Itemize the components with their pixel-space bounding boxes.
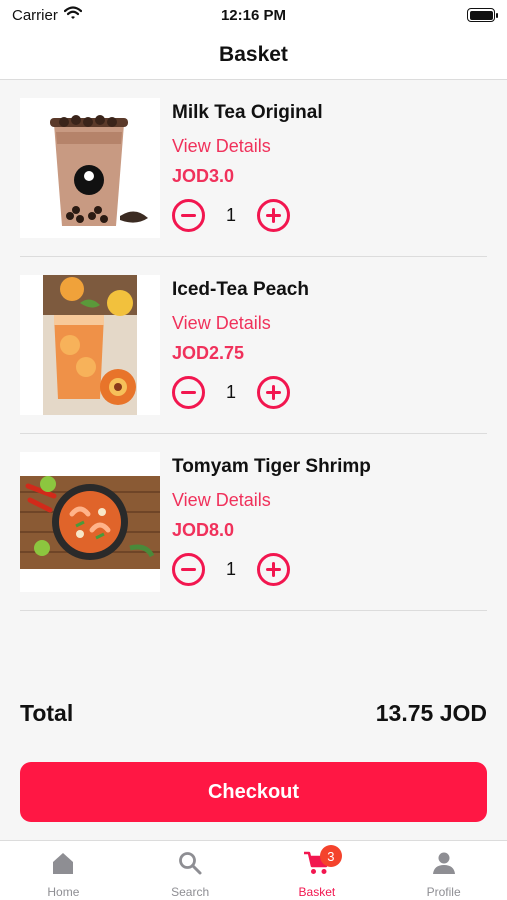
status-bar: Carrier 12:16 PM — [0, 0, 507, 30]
quantity-value: 1 — [225, 381, 236, 402]
quantity-value: 1 — [225, 558, 236, 579]
tab-bar: Home Search 3 Basket Profile — [0, 840, 507, 900]
view-details-link[interactable]: View Details — [172, 313, 271, 334]
decrease-quantity-button[interactable] — [172, 375, 205, 409]
carrier-label: Carrier — [12, 6, 58, 24]
search-icon — [175, 849, 205, 877]
status-left: Carrier — [12, 6, 82, 24]
basket-count-badge: 3 — [319, 845, 342, 867]
cart-icon: 3 — [302, 845, 342, 877]
checkout-button[interactable]: Checkout — [20, 762, 487, 822]
iced-tea-peach-image — [20, 275, 160, 415]
total-label: Total — [20, 700, 74, 726]
decrease-quantity-button[interactable] — [172, 198, 205, 232]
increase-quantity-button[interactable] — [257, 198, 290, 232]
item-price: JOD3.0 — [172, 166, 235, 186]
increase-quantity-button[interactable] — [257, 375, 290, 409]
page-title: Basket — [219, 42, 288, 66]
basket-item: Milk Tea Original View Details JOD3.0 1 — [20, 80, 487, 257]
item-price: JOD8.0 — [172, 520, 235, 540]
item-name: Iced-Tea Peach — [172, 279, 309, 300]
total-value: 13.75 JOD — [375, 700, 487, 726]
person-icon — [429, 849, 459, 877]
item-name: Milk Tea Original — [172, 102, 323, 123]
basket-item: Tomyam Tiger Shrimp View Details JOD8.0 … — [20, 434, 487, 611]
tab-profile[interactable]: Profile — [380, 841, 507, 900]
decrease-quantity-button[interactable] — [172, 552, 205, 586]
quantity-stepper: 1 — [172, 552, 290, 586]
basket-list: Milk Tea Original View Details JOD3.0 1 — [0, 80, 507, 611]
item-price: JOD2.75 — [172, 343, 245, 363]
basket-item: Iced-Tea Peach View Details JOD2.75 1 — [20, 257, 487, 434]
wifi-icon — [63, 6, 82, 24]
item-name: Tomyam Tiger Shrimp — [172, 456, 371, 477]
tab-label: Search — [171, 885, 210, 899]
tab-search[interactable]: Search — [127, 841, 254, 900]
milk-tea-cup-image — [20, 98, 160, 238]
tab-label: Profile — [426, 885, 461, 899]
view-details-link[interactable]: View Details — [172, 490, 271, 511]
tab-home[interactable]: Home — [0, 841, 127, 900]
quantity-stepper: 1 — [172, 375, 290, 409]
tab-label: Basket — [298, 885, 336, 899]
view-details-link[interactable]: View Details — [172, 136, 271, 157]
increase-quantity-button[interactable] — [257, 552, 290, 586]
total-row: Total 13.75 JOD — [20, 700, 487, 727]
navigation-bar: Basket — [0, 30, 507, 80]
quantity-stepper: 1 — [172, 198, 290, 232]
quantity-value: 1 — [225, 204, 236, 225]
tomyam-soup-image — [20, 452, 160, 592]
tab-label: Home — [47, 885, 80, 899]
home-icon — [48, 849, 78, 877]
battery-icon — [467, 8, 498, 22]
tab-basket[interactable]: 3 Basket — [254, 841, 381, 900]
